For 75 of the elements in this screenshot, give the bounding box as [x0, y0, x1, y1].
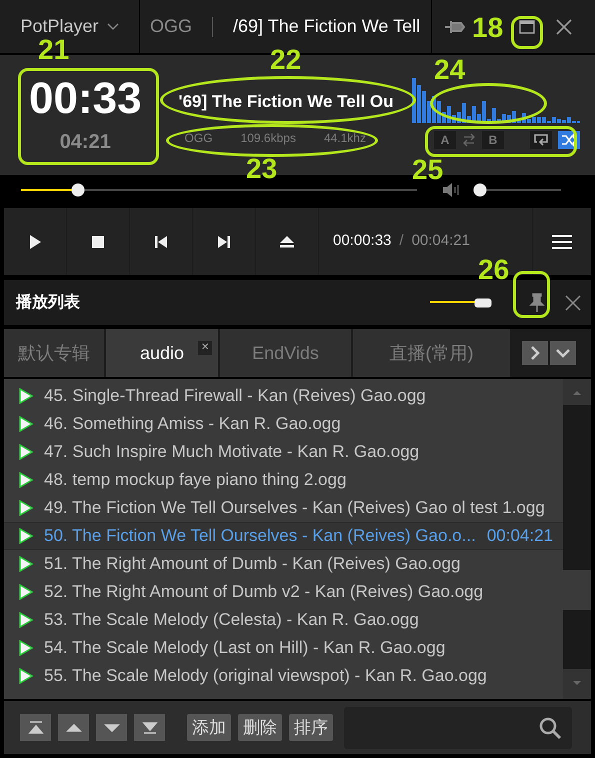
playlist-item[interactable]: 45. Single-Thread Firewall - Kan (Reives) Gao.ogg: [4, 382, 563, 410]
search-field[interactable]: [344, 706, 572, 748]
pin-icon[interactable]: [529, 292, 545, 312]
callout-outline: [511, 16, 543, 49]
move-bottom-button[interactable]: [134, 714, 165, 741]
callout-outline: [513, 271, 550, 318]
slider-thumb[interactable]: [474, 298, 492, 307]
menu-icon: [552, 234, 572, 250]
playlist-item[interactable]: 47. Such Inspire Much Motivate - Kan R. Gao.ogg: [4, 438, 563, 466]
slider-thumb[interactable]: [72, 184, 85, 196]
move-top-button[interactable]: [20, 714, 51, 741]
eject-button[interactable]: [256, 208, 318, 275]
maximize-icon[interactable]: [519, 20, 535, 34]
playlist-item[interactable]: 51. The Right Amount of Dumb - Kan (Reives) Gao.ogg: [4, 550, 563, 578]
playlist-item[interactable]: 49. The Fiction We Tell Ourselves - Kan (Reives) Gao ol test 1.ogg: [4, 494, 563, 522]
playlist-item[interactable]: 46. Something Amiss - Kan R. Gao.ogg: [4, 410, 563, 438]
tab-close-button[interactable]: ✕: [198, 341, 212, 355]
play-icon: [18, 472, 34, 488]
callout-number: 24: [434, 56, 466, 84]
play-icon: [18, 528, 34, 544]
callout-number: 23: [246, 155, 278, 183]
total-time: 04:21: [60, 130, 111, 155]
close-icon[interactable]: [555, 18, 573, 36]
playlist-item[interactable]: 54. The Scale Melody (Last on Hill) - Kan R. Gao.ogg: [4, 634, 563, 662]
playlist-item[interactable]: 55. The Scale Melody (original viewspot) - Kan R. Gao.ogg: [4, 662, 563, 690]
play-icon: [18, 444, 34, 460]
callout-number: 25: [412, 156, 444, 184]
scrollbar-thumb[interactable]: [563, 570, 591, 610]
next-button[interactable]: [193, 208, 255, 275]
play-icon: [18, 640, 34, 656]
time-separator: /: [399, 231, 404, 252]
close-icon[interactable]: [565, 294, 581, 310]
format-label: OGG: [150, 15, 192, 38]
elapsed-time: 00:33: [29, 77, 142, 121]
search-icon: [538, 716, 562, 740]
callout-number: 18: [472, 14, 504, 42]
a-point-button[interactable]: A: [434, 131, 456, 149]
move-down-button[interactable]: [96, 714, 127, 741]
chevron-down-icon[interactable]: [550, 341, 576, 365]
menu-button[interactable]: [533, 208, 591, 275]
track-title: '69] The Fiction We Tell Ou: [178, 91, 394, 113]
playlist-item[interactable]: 53. The Scale Melody (Celesta) - Kan R. Gao.ogg: [4, 606, 563, 634]
action-button[interactable]: 添加: [187, 714, 231, 741]
playlist-item[interactable]: 48. temp mockup faye piano thing 2.ogg: [4, 466, 563, 494]
item-duration: 00:04:21: [486, 525, 553, 548]
callout-number: 22: [270, 46, 302, 74]
play-icon: [18, 584, 34, 600]
playlist-title: 播放列表: [16, 292, 81, 312]
format-text: OGG: [184, 130, 213, 146]
playlist-item[interactable]: 50. The Fiction We Tell Ourselves - Kan (Reives) Gao.o... 00:04:21: [4, 522, 563, 550]
play-icon: [18, 416, 34, 432]
playlist-item[interactable]: 52. The Right Amount of Dumb v2 - Kan (Reives) Gao.ogg: [4, 578, 563, 606]
chevron-down-icon: [106, 22, 119, 30]
callout-number: 26: [478, 256, 510, 284]
playlist-tab[interactable]: audio ✕: [106, 329, 218, 377]
play-icon: [18, 668, 34, 684]
play-icon: [18, 612, 34, 628]
play-icon: [18, 500, 34, 516]
duration-time: 00:04:21: [412, 231, 470, 252]
swap-icon: [462, 133, 476, 147]
move-up-button[interactable]: [58, 714, 89, 741]
chevron-right-icon[interactable]: [522, 341, 548, 365]
previous-button[interactable]: [130, 208, 192, 275]
play-icon: [18, 388, 34, 404]
stop-button[interactable]: [67, 208, 129, 275]
slider-thumb[interactable]: [474, 184, 487, 196]
b-point-button[interactable]: B: [482, 131, 504, 149]
play-icon: [18, 556, 34, 572]
bitrate-text: 109.6kbps: [240, 130, 296, 146]
current-time: 00:00:33: [333, 231, 392, 252]
window-title: /69] The Fiction We Tell: [233, 15, 420, 38]
repeat-button[interactable]: [530, 131, 552, 149]
action-button[interactable]: 删除: [238, 714, 282, 741]
action-button[interactable]: 排序: [289, 714, 333, 741]
sample-rate-text: 44.1khz: [324, 130, 366, 146]
